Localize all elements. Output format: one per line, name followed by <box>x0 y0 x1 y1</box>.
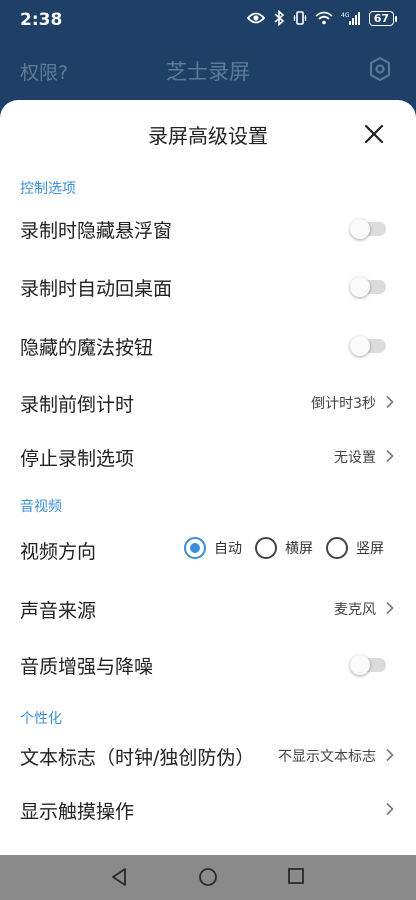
sheet-title: 录屏高级设置 <box>148 124 268 148</box>
row-auto-home[interactable]: 录制时自动回桌面 <box>0 262 416 312</box>
section-title-control: 控制选项 <box>20 181 76 197</box>
app-title: 芝士录屏 <box>166 60 250 84</box>
status-icons: 4G 67 <box>246 10 398 26</box>
row-countdown[interactable]: 录制前倒计时 倒计时3秒 <box>0 378 416 428</box>
row-label: 声音来源 <box>20 600 97 622</box>
system-nav-bar <box>0 855 416 900</box>
toggle-knob <box>350 219 370 239</box>
eye-icon <box>246 12 265 24</box>
signal-4g-icon: 4G <box>341 12 360 25</box>
row-hide-float-window[interactable]: 录制时隐藏悬浮窗 <box>0 204 416 254</box>
status-bar: 2:38 4G 67 <box>0 0 416 40</box>
row-hide-magic-button[interactable]: 隐藏的魔法按钮 <box>0 321 416 371</box>
wifi-icon <box>315 11 333 25</box>
row-label: 录制时自动回桌面 <box>20 278 173 300</box>
radio-label: 竖屏 <box>356 541 384 557</box>
radio-label: 自动 <box>214 541 242 557</box>
battery-indicator: 67 <box>368 10 398 26</box>
row-video-orientation: 视频方向 自动 横屏 竖屏 <box>0 525 416 575</box>
home-icon[interactable] <box>198 867 218 887</box>
row-label: 显示触摸操作 <box>20 801 135 823</box>
chevron-right-icon <box>386 449 394 463</box>
toggle-knob <box>350 655 370 675</box>
row-text-mark[interactable]: 文本标志（时钟/独创防伪） 不显示文本标志 <box>0 731 416 781</box>
chevron-right-icon <box>386 395 394 409</box>
vibrate-icon <box>293 11 306 25</box>
chevron-right-icon <box>386 748 394 762</box>
toggle-knob <box>350 277 370 297</box>
row-label: 视频方向 <box>20 541 97 563</box>
radio-label: 横屏 <box>285 541 313 557</box>
svg-text:4G: 4G <box>341 12 350 19</box>
toggle-knob <box>350 336 370 356</box>
section-title-av: 音视频 <box>20 499 62 515</box>
hide-float-toggle[interactable] <box>350 219 386 239</box>
row-label: 隐藏的魔法按钮 <box>20 337 154 359</box>
audio-source-value: 麦克风 <box>334 602 376 618</box>
row-label: 文本标志（时钟/独创防伪） <box>20 747 255 769</box>
status-time: 2:38 <box>20 10 63 30</box>
chevron-right-icon <box>386 601 394 615</box>
text-mark-value: 不显示文本标志 <box>278 749 376 765</box>
stop-option-value: 无设置 <box>334 450 376 466</box>
bluetooth-icon <box>274 10 284 26</box>
row-label: 录制前倒计时 <box>20 394 135 416</box>
row-stop-option[interactable]: 停止录制选项 无设置 <box>0 432 416 482</box>
section-title-personal: 个性化 <box>20 711 62 727</box>
orientation-option-auto[interactable]: 自动 <box>184 537 242 559</box>
audio-enhance-toggle[interactable] <box>350 655 386 675</box>
hide-magic-toggle[interactable] <box>350 336 386 356</box>
close-icon[interactable] <box>362 122 386 146</box>
advanced-settings-sheet: 录屏高级设置 控制选项 录制时隐藏悬浮窗 录制时自动回桌面 隐藏的魔法按钮 录制… <box>0 100 416 855</box>
row-label: 音质增强与降噪 <box>20 656 154 678</box>
back-icon[interactable] <box>110 867 128 887</box>
recents-icon[interactable] <box>287 867 305 885</box>
radio-button[interactable] <box>255 537 277 559</box>
row-audio-enhance[interactable]: 音质增强与降噪 <box>0 640 416 690</box>
radio-button-checked[interactable] <box>184 537 206 559</box>
orientation-option-landscape[interactable]: 横屏 <box>255 537 313 559</box>
auto-home-toggle[interactable] <box>350 277 386 297</box>
row-audio-source[interactable]: 声音来源 麦克风 <box>0 584 416 634</box>
orientation-option-portrait[interactable]: 竖屏 <box>326 537 384 559</box>
chevron-right-icon <box>386 802 394 816</box>
settings-hex-icon[interactable] <box>368 56 392 82</box>
countdown-value: 倒计时3秒 <box>311 396 376 412</box>
row-show-touch[interactable]: 显示触摸操作 <box>0 785 416 835</box>
radio-button[interactable] <box>326 537 348 559</box>
row-label: 停止录制选项 <box>20 448 135 470</box>
orientation-radio-group: 自动 横屏 竖屏 <box>184 537 384 559</box>
row-label: 录制时隐藏悬浮窗 <box>20 220 173 242</box>
app-header: 权限? 芝士录屏 <box>0 50 416 90</box>
